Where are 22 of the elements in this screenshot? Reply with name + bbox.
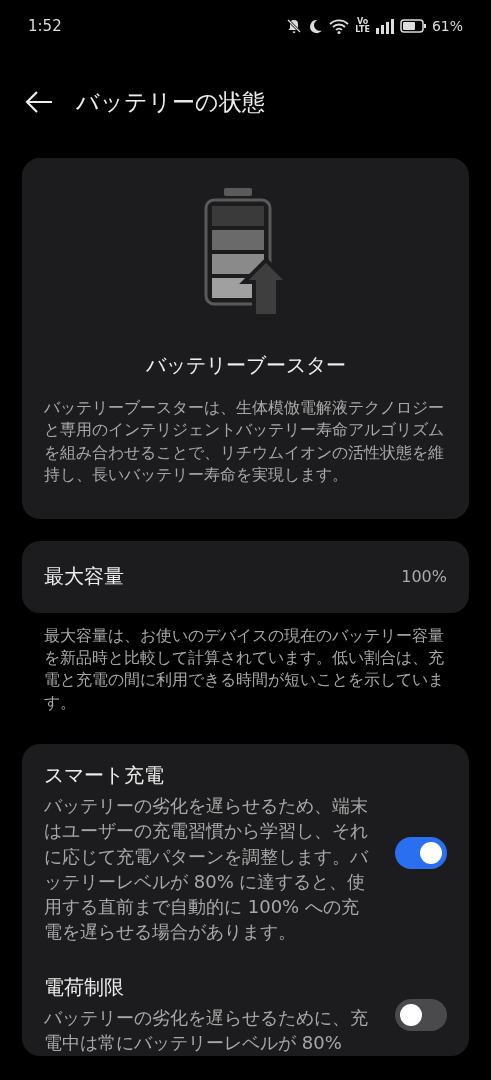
capacity-note: 最大容量は、お使いのデバイスの現在のバッテリー容量を新品時と比較して計算されています。低い割合は、充電と充電の間に利用できる時間が短いことを示しています。 [44,624,444,714]
bell-off-icon [286,18,303,34]
lte-label: LTE [355,26,370,34]
booster-title: バッテリーブースター [145,352,346,379]
setting-description: バッテリーの劣化を遅らせるために、充電中は常にバッテリーレベルが 80% [44,1006,369,1056]
page-title: バッテリーの状態 [76,87,265,117]
setting-title: 電荷制限 [44,974,125,1002]
booster-description: バッテリーブースターは、生体模倣電解液テクノロジーと専用のインテリジェントバッテリー寿命アルゴリズムを組み合わせることで、リチウムイオンの活性状態を維持し、長いバッテリー寿命を実現します。 [44,397,445,487]
signal-icon [375,18,394,34]
moon-icon [308,18,324,34]
back-button[interactable] [24,90,54,114]
toggle-switch[interactable] [395,998,447,1031]
setting-description: バッテリーの劣化を遅らせるため、端末はユーザーの充電習慣から学習し、それに応じて充電パターンを調整します。バッテリーレベルが 80% に達すると、使用する直前まで自動的に 100% への充電を遅らせる場合があります。 [44,794,370,945]
capacity-label: 最大容量 [44,563,124,591]
volte-label: Vo [356,18,369,26]
capacity-value: 100% [401,567,447,587]
setting-title: スマート充電 [44,762,165,790]
wifi-icon [329,18,350,34]
battery-icon [399,19,426,33]
toggle-switch[interactable] [395,837,447,870]
battery-percent: 61% [431,18,463,34]
status-time: 1:52 [28,17,62,35]
